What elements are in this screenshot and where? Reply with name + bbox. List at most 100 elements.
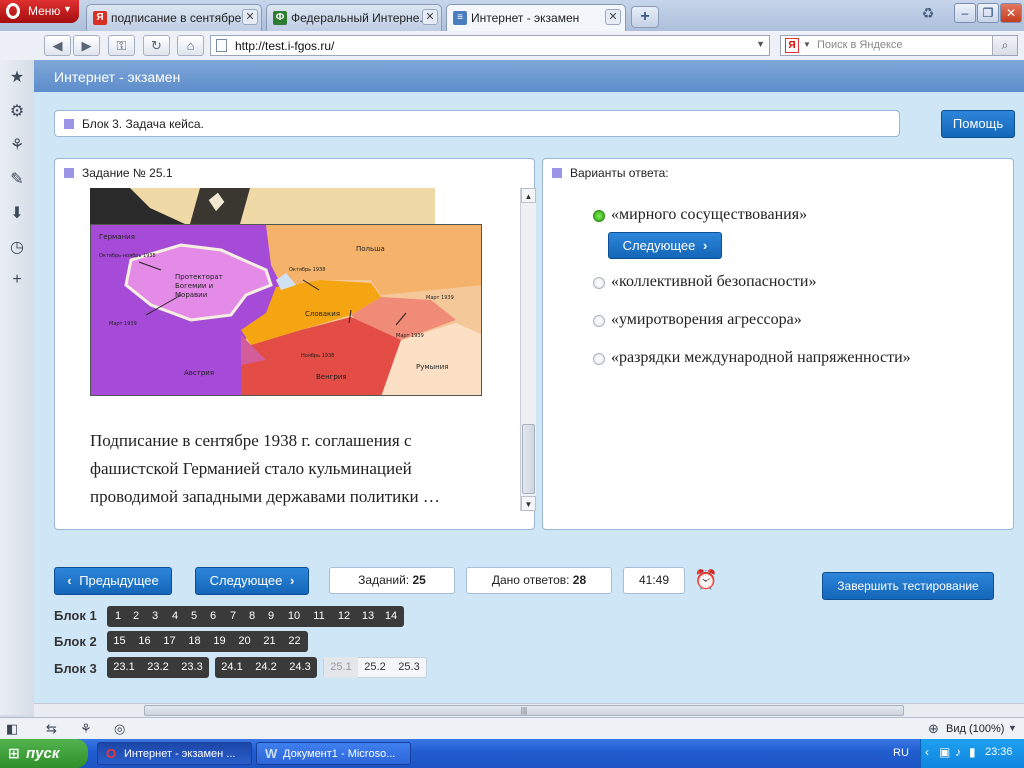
close-tab-icon[interactable]: ✕ [605, 9, 621, 25]
start-button[interactable]: ⊞ пуск [0, 739, 88, 768]
language-indicator[interactable]: RU [893, 747, 909, 759]
option-radio[interactable] [593, 210, 605, 222]
question-cell[interactable]: 3 [145, 606, 165, 627]
question-cell[interactable]: 10 [281, 606, 307, 627]
question-cell[interactable]: 8 [243, 606, 261, 627]
option-label[interactable]: «умиротворения агрессора» [611, 311, 802, 329]
question-cell[interactable]: 4 [165, 606, 185, 627]
question-cell[interactable]: 13 [357, 606, 379, 627]
taskbar-item-browser[interactable]: O Интернет - экзамен ... [97, 742, 252, 765]
question-cell[interactable]: 24.2 [249, 657, 283, 678]
question-cell[interactable]: 25.3 [392, 657, 426, 678]
option-label[interactable]: «коллективной безопасности» [611, 273, 816, 291]
question-cell[interactable]: 17 [157, 631, 182, 652]
scroll-thumb[interactable] [522, 424, 535, 494]
chevron-down-icon[interactable]: ▼ [803, 40, 811, 49]
scroll-down-icon[interactable]: ▼ [521, 496, 536, 511]
question-cell[interactable]: 18 [182, 631, 207, 652]
forward-button[interactable]: ▶ [73, 35, 100, 56]
notes-icon[interactable]: ✎ [7, 170, 27, 190]
home-button[interactable]: ⌂ [177, 35, 204, 56]
address-field[interactable]: http://test.i-fgos.ru/ ▼ [210, 35, 770, 56]
tasks-count-box: Заданий: 25 [329, 567, 455, 594]
next-inline-button[interactable]: Следующее › [608, 232, 722, 259]
widgets-icon[interactable]: ⚙ [7, 102, 27, 122]
yandex-search-icon[interactable]: Я [785, 38, 799, 53]
taskbar-item-word[interactable]: W Документ1 - Microso... [256, 742, 411, 765]
question-cell[interactable]: 20 [232, 631, 257, 652]
question-cell[interactable]: 23.1 [107, 657, 141, 678]
trash-icon[interactable]: ♻ [918, 5, 938, 25]
question-cell[interactable]: 9 [261, 606, 281, 627]
question-cell[interactable]: 12 [331, 606, 357, 627]
scroll-thumb[interactable]: ||| [144, 705, 904, 716]
tab-yandex-search[interactable]: Я подписание в сентябре ... ✕ [86, 4, 262, 31]
question-cell[interactable]: 21 [257, 631, 282, 652]
question-cell[interactable]: 22 [282, 631, 307, 652]
task-scrollbar[interactable]: ▲ ▼ [520, 188, 536, 511]
option-radio[interactable] [593, 315, 605, 327]
zoom-icon[interactable]: ⊕ [928, 721, 939, 737]
question-cell[interactable]: 6 [203, 606, 223, 627]
next-button[interactable]: Следующее › [195, 567, 309, 595]
option-radio[interactable] [593, 353, 605, 365]
reload-button[interactable]: ↻ [143, 35, 170, 56]
tab-title: Интернет - экзамен [471, 11, 580, 25]
zoom-level[interactable]: Вид (100%) [946, 723, 1004, 735]
help-button[interactable]: Помощь [941, 110, 1015, 138]
tab-internet-exam[interactable]: ≡ Интернет - экзамен ✕ [446, 4, 626, 31]
question-cell-current[interactable]: 25.1 [324, 657, 358, 678]
map-label: Март 1939 [426, 295, 454, 301]
question-cell[interactable]: 7 [223, 606, 243, 627]
search-field[interactable]: Я ▼ Поиск в Яндексе ⌕ [780, 35, 1018, 56]
panel-toggle-icon[interactable]: ◧ [6, 721, 18, 737]
previous-button[interactable]: ‹ Предыдущее [54, 567, 172, 595]
volume-icon[interactable]: ♪ [955, 745, 961, 759]
unite-icon[interactable]: ⚘ [80, 721, 92, 737]
page-horizontal-scrollbar[interactable]: ||| [34, 703, 1024, 718]
question-cell[interactable]: 11 [307, 606, 331, 627]
signal-icon[interactable]: ▮ [969, 745, 976, 759]
key-icon[interactable]: ⚿ [108, 35, 135, 56]
option-radio[interactable] [593, 277, 605, 289]
question-cell[interactable]: 23.2 [141, 657, 175, 678]
back-button[interactable]: ◀ [44, 35, 71, 56]
question-cell[interactable]: 16 [132, 631, 157, 652]
opera-menu-button[interactable]: Меню ▼ [0, 0, 79, 23]
question-cell[interactable]: 1 [109, 606, 127, 627]
chevron-right-icon: › [290, 573, 295, 588]
option-label[interactable]: «разрядки международной напряженности» [611, 349, 911, 367]
restore-button[interactable]: ❐ [977, 3, 999, 23]
question-cell[interactable]: 19 [207, 631, 232, 652]
history-icon[interactable]: ◷ [7, 238, 27, 258]
minimize-button[interactable]: – [954, 3, 976, 23]
tab-fgos-portal[interactable]: Ф Федеральный Интерне... ✕ [266, 4, 442, 31]
tray-arrow-icon[interactable]: ‹ [925, 745, 929, 759]
question-cell[interactable]: 5 [185, 606, 203, 627]
close-tab-icon[interactable]: ✕ [422, 9, 438, 25]
question-cell[interactable]: 25.2 [358, 657, 392, 678]
network-icon[interactable]: ▣ [939, 745, 950, 759]
question-cell[interactable]: 23.3 [175, 657, 209, 678]
close-tab-icon[interactable]: ✕ [242, 9, 258, 25]
finish-test-button[interactable]: Завершить тестирование [822, 572, 994, 600]
turbo-icon[interactable]: ◎ [114, 721, 125, 737]
answered-count-box: Дано ответов: 28 [466, 567, 612, 594]
question-cell[interactable]: 24.1 [215, 657, 249, 678]
question-cell[interactable]: 2 [127, 606, 145, 627]
add-panel-icon[interactable]: + [7, 270, 27, 290]
question-cell[interactable]: 15 [107, 631, 132, 652]
question-cell[interactable]: 24.3 [283, 657, 317, 678]
sync-icon[interactable]: ⇆ [46, 721, 57, 737]
downloads-icon[interactable]: ⬇ [7, 204, 27, 224]
chevron-down-icon[interactable]: ▼ [1008, 723, 1017, 733]
bookmarks-icon[interactable]: ★ [7, 68, 27, 88]
unite-icon[interactable]: ⚘ [7, 136, 27, 156]
close-window-button[interactable]: ✕ [1000, 3, 1022, 23]
search-icon[interactable]: ⌕ [992, 36, 1017, 55]
chevron-down-icon[interactable]: ▼ [756, 39, 765, 49]
option-label[interactable]: «мирного сосуществования» [611, 206, 807, 224]
question-cell[interactable]: 14 [379, 606, 403, 627]
new-tab-button[interactable]: + [631, 6, 659, 28]
scroll-up-icon[interactable]: ▲ [521, 188, 536, 203]
